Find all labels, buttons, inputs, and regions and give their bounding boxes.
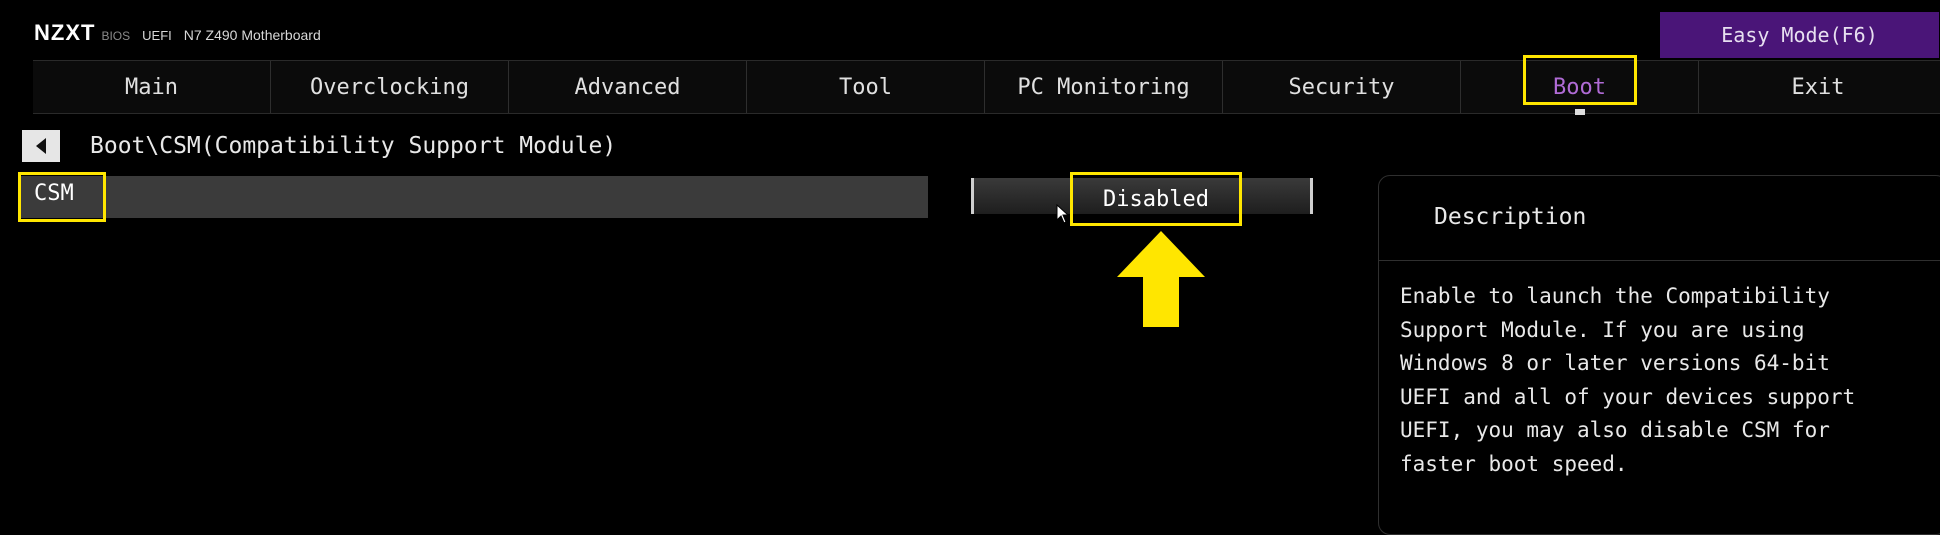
csm-setting-row[interactable]: [18, 176, 928, 218]
description-text: Enable to launch the Compatibility Suppo…: [1400, 284, 1856, 476]
tab-exit[interactable]: Exit: [1699, 61, 1937, 113]
motherboard-model: N7 Z490 Motherboard: [183, 27, 321, 43]
breadcrumb: Boot\CSM(Compatibility Support Module): [22, 130, 616, 162]
tab-label: Advanced: [574, 74, 681, 100]
tab-tool[interactable]: Tool: [747, 61, 985, 113]
bios-label: BIOS: [101, 29, 131, 43]
divider: [1378, 260, 1940, 261]
left-triangle-icon: [36, 138, 46, 154]
brand: NZXT BIOS UEFI N7 Z490 Motherboard: [34, 20, 321, 46]
bios-header: NZXT BIOS UEFI N7 Z490 Motherboard Easy …: [0, 0, 1940, 60]
breadcrumb-path: Boot\CSM(Compatibility Support Module): [90, 133, 617, 159]
yellow-arrow-up-icon: [1117, 231, 1205, 327]
tab-overclocking[interactable]: Overclocking: [271, 61, 509, 113]
highlight-box: [1523, 55, 1637, 105]
tab-label: Security: [1288, 74, 1395, 100]
back-button[interactable]: [22, 130, 60, 162]
tab-label: PC Monitoring: [1017, 74, 1190, 100]
easy-mode-button[interactable]: Easy Mode(F6): [1660, 12, 1939, 58]
mouse-cursor-icon: [1056, 204, 1070, 224]
tab-advanced[interactable]: Advanced: [509, 61, 747, 113]
description-title: Description: [1434, 204, 1587, 230]
active-tab-indicator: [1575, 109, 1585, 115]
csm-setting-label: CSM: [34, 181, 74, 206]
nzxt-logo: NZXT: [34, 20, 96, 45]
tab-label: Main: [125, 74, 178, 100]
csm-value-text: Disabled: [1103, 186, 1209, 212]
main-tab-bar: Main Overclocking Advanced Tool PC Monit…: [33, 55, 1940, 115]
tab-boot[interactable]: Boot: [1461, 55, 1699, 115]
tab-main[interactable]: Main: [33, 61, 271, 113]
tab-pc-monitoring[interactable]: PC Monitoring: [985, 61, 1223, 113]
tab-label: Overclocking: [310, 74, 469, 100]
tab-label: Tool: [839, 74, 892, 100]
uefi-label: UEFI: [142, 28, 172, 43]
tab-label: Exit: [1791, 74, 1845, 100]
tab-security[interactable]: Security: [1223, 61, 1461, 113]
